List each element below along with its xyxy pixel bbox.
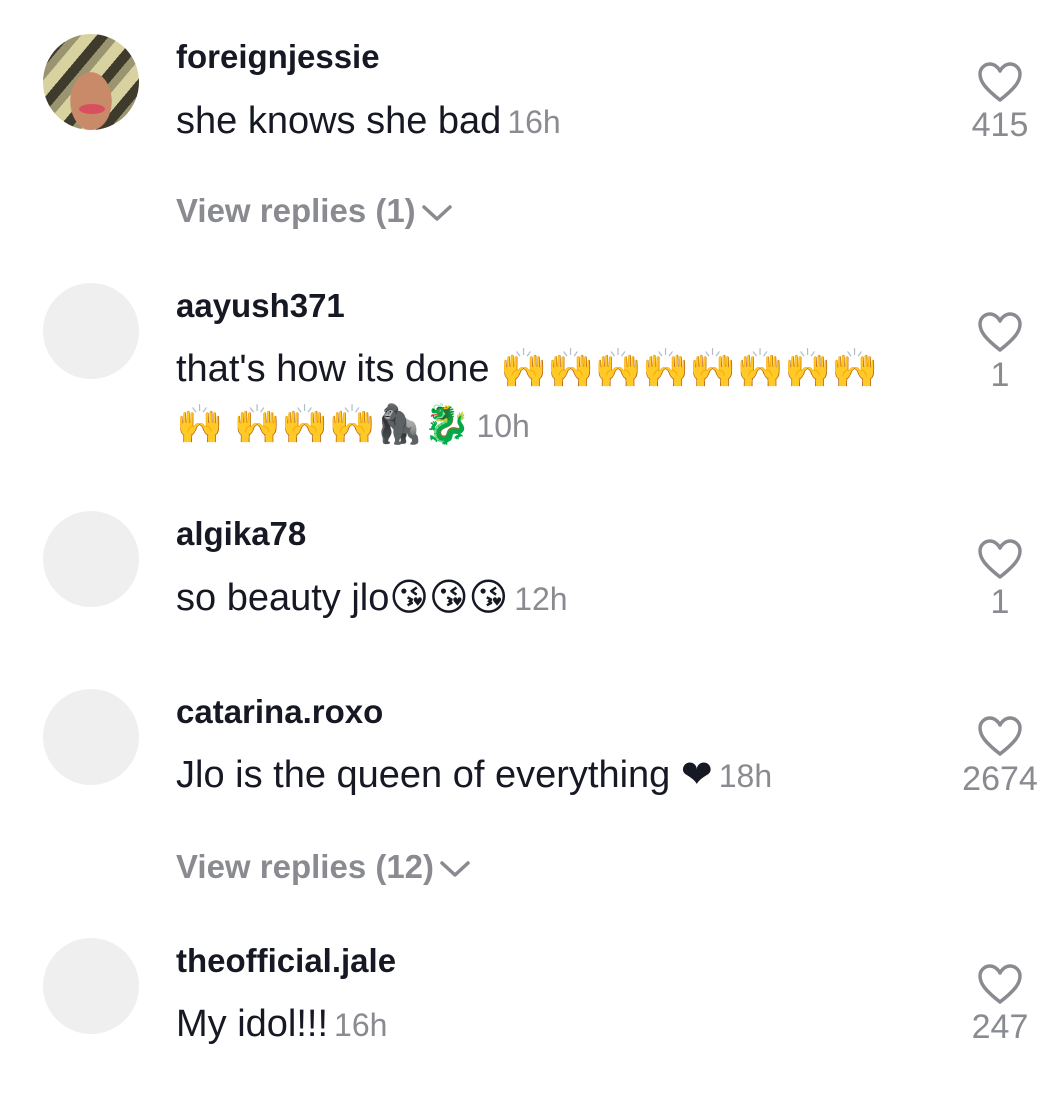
comment-username[interactable]: aayush371 [176, 287, 345, 325]
comment-text: Jlo is the queen of everything ❤ 18h [176, 747, 916, 804]
view-replies-label: View replies (1) [176, 192, 416, 229]
comment-username[interactable]: catarina.roxo [176, 693, 383, 731]
chevron-down-icon [421, 205, 452, 222]
heart-outline-icon [978, 964, 1022, 1004]
comment-time: 16h [507, 104, 561, 140]
like-count: 1 [990, 583, 1010, 621]
like-button[interactable]: 247 [955, 962, 1045, 1047]
comment-username[interactable]: foreignjessie [176, 38, 380, 76]
like-button[interactable]: 2674 [955, 714, 1045, 799]
comment-text: that's how its done 🙌🙌🙌🙌🙌🙌🙌🙌🙌 🙌🙌🙌🦍🐉 10h [176, 341, 916, 454]
comment-time: 18h [718, 758, 773, 794]
comment-text: she knows she bad 16h [176, 93, 916, 150]
heart-outline-icon [978, 312, 1022, 352]
heart-outline-icon [978, 62, 1022, 102]
comment-body: so beauty jlo😘😘😘 [176, 577, 509, 619]
avatar[interactable] [43, 689, 139, 785]
like-button[interactable]: 415 [955, 60, 1045, 145]
comment-body: Jlo is the queen of everything ❤ [176, 754, 713, 796]
chevron-down-icon [440, 861, 470, 878]
like-count: 2674 [962, 760, 1038, 798]
comment-text: so beauty jlo😘😘😘 12h [176, 570, 916, 627]
like-button[interactable]: 1 [955, 310, 1045, 395]
avatar[interactable] [43, 938, 139, 1034]
like-count: 415 [971, 106, 1029, 144]
view-replies-label: View replies (12) [176, 848, 435, 885]
avatar[interactable] [43, 283, 139, 379]
like-count: 1 [990, 356, 1010, 394]
comment-username[interactable]: algika78 [176, 515, 306, 553]
comment-username[interactable]: theofficial.jale [176, 942, 396, 980]
like-count: 247 [971, 1008, 1029, 1046]
comment-body: My idol!!! [176, 1003, 329, 1045]
like-button[interactable]: 1 [955, 537, 1045, 622]
comment-time: 12h [514, 581, 568, 617]
heart-outline-icon [978, 539, 1022, 579]
comment-text: My idol!!! 16h [176, 996, 916, 1053]
heart-outline-icon [978, 716, 1022, 756]
avatar[interactable] [43, 511, 139, 607]
view-replies-button[interactable]: View replies (1) [176, 192, 454, 230]
comment-time: 16h [334, 1007, 388, 1043]
view-replies-button[interactable]: View replies (12) [176, 848, 472, 886]
avatar[interactable] [43, 34, 139, 130]
comment-body: she knows she bad [176, 100, 502, 142]
comment-time: 10h [476, 408, 530, 444]
